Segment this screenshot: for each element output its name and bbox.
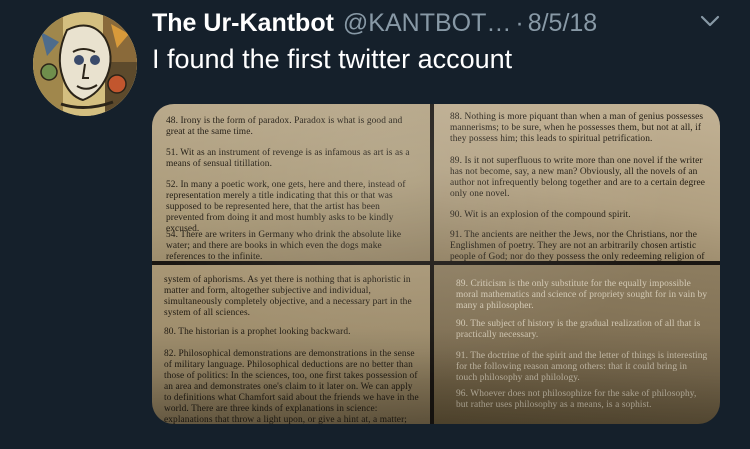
book-paragraph: 88. Nothing is more piquant than when a … — [450, 112, 704, 144]
chevron-down-icon[interactable] — [698, 12, 722, 30]
separator-dot: · — [515, 8, 524, 37]
avatar[interactable] — [33, 12, 137, 116]
book-paragraph: 80. The historian is a prophet looking b… — [164, 327, 351, 337]
tweet-header: The Ur-Kantbot @KANTBOT… · 8/5/18 — [152, 8, 730, 38]
media-photo-bottom-right[interactable]: 89. Criticism is the only substitute for… — [434, 265, 720, 424]
book-paragraph: 90. The subject of history is the gradua… — [456, 319, 701, 340]
avatar-illustration — [33, 12, 137, 116]
media-photo-top-left[interactable]: 48. Irony is the form of paradox. Parado… — [152, 104, 430, 261]
book-paragraph: 91. The doctrine of the spirit and the l… — [456, 351, 708, 383]
media-photo-top-right[interactable]: 88. Nothing is more piquant than when a … — [434, 104, 720, 261]
tweet-media[interactable]: 48. Irony is the form of paradox. Parado… — [152, 104, 720, 424]
media-photo-bottom-left[interactable]: system of aphorisms. As yet there is not… — [152, 265, 430, 424]
book-paragraph: 89. Criticism is the only substitute for… — [456, 279, 708, 311]
user-handle[interactable]: @KANTBOT… — [343, 9, 511, 38]
book-paragraph: 90. Wit is an explosion of the compound … — [450, 210, 631, 220]
display-name[interactable]: The Ur-Kantbot — [152, 9, 334, 38]
book-paragraph: 51. Wit as an instrument of revenge is a… — [166, 148, 410, 169]
tweet-text: I found the first twitter account — [152, 44, 513, 74]
book-paragraph: 52. In many a poetic work, one gets, her… — [166, 180, 406, 234]
tweet-date[interactable]: 8/5/18 — [528, 9, 598, 38]
book-paragraph: 48. Irony is the form of paradox. Parado… — [166, 116, 403, 137]
book-paragraph: 91. The ancients are neither the Jews, n… — [450, 230, 705, 261]
book-paragraph: system of aphorisms. As yet there is not… — [164, 275, 412, 318]
book-paragraph: 89. Is it not superfluous to write more … — [450, 156, 706, 199]
media-divider-horizontal — [152, 261, 720, 265]
book-paragraph: 82. Philosophical demonstrations are dem… — [164, 349, 419, 424]
book-paragraph: 96. Whoever does not philosophize for th… — [456, 389, 697, 410]
book-paragraph: 54. There are writers in Germany who dri… — [166, 230, 402, 261]
